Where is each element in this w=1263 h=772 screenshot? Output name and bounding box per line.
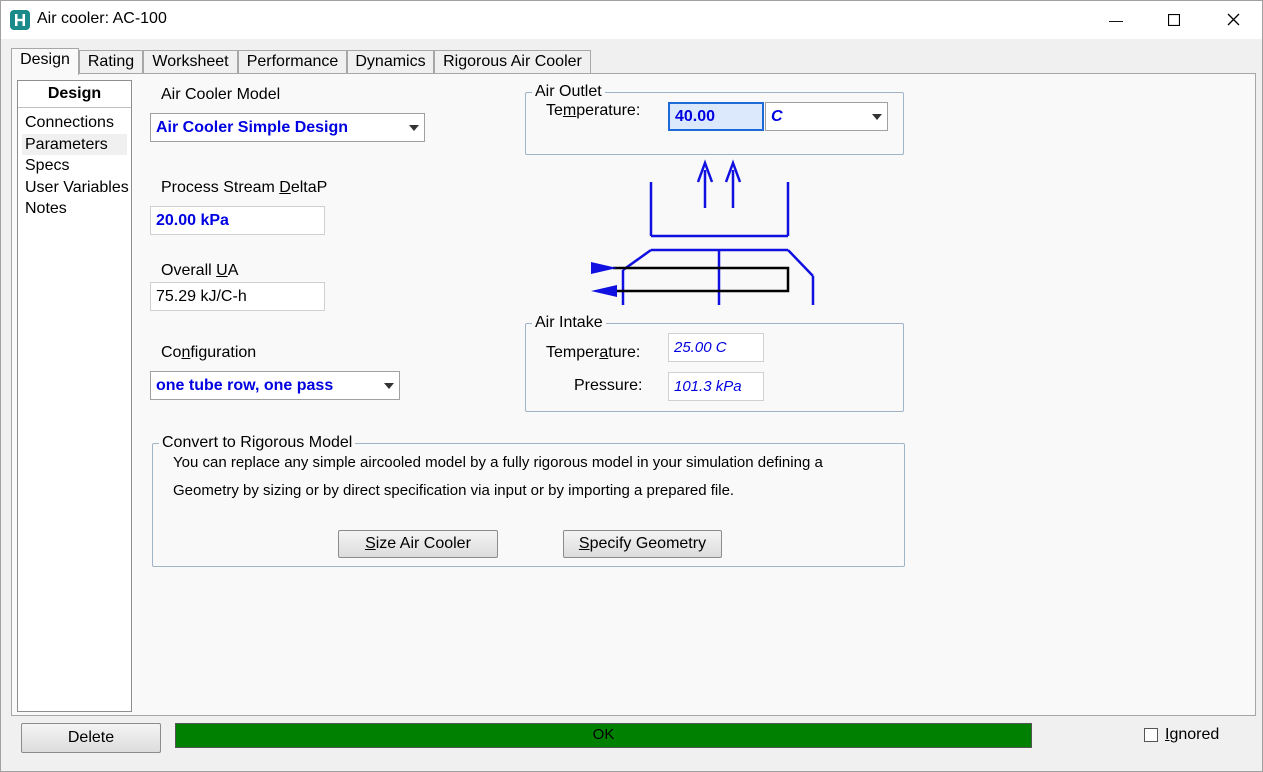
tab-design[interactable]: Design (11, 48, 79, 75)
maximize-icon (1167, 10, 1181, 31)
nav-item-parameters[interactable]: Parameters (22, 133, 127, 155)
tube-path (603, 266, 790, 293)
chevron-down-icon (409, 125, 419, 131)
inlet-arrow-icon (591, 262, 617, 274)
deltap-input[interactable]: 20.00 kPa (150, 206, 325, 235)
delete-button[interactable]: Delete (21, 723, 161, 753)
air-intake-pressure-label: Pressure: (574, 377, 643, 394)
configuration-value: one tube row, one pass (156, 377, 334, 394)
maximize-button[interactable] (1145, 1, 1203, 39)
title-bar: Air cooler: AC-100 — (1, 1, 1262, 39)
ignored-label[interactable]: Ignored (1165, 726, 1219, 744)
tab-rating[interactable]: Rating (79, 50, 143, 74)
air-intake-temperature-value[interactable]: 25.00 C (668, 333, 764, 362)
nav-item-notes[interactable]: Notes (22, 198, 127, 220)
air-outlet-temperature-label: Temperature: (546, 102, 641, 119)
minimize-button[interactable]: — (1087, 1, 1145, 39)
convert-description-line1: You can replace any simple aircooled mod… (173, 454, 823, 471)
tab-dynamics[interactable]: Dynamics (347, 50, 434, 74)
chevron-down-icon (384, 383, 394, 389)
configuration-label: Configuration (161, 344, 257, 361)
deltap-label: Process Stream DeltaP (161, 179, 328, 196)
specify-geometry-button[interactable]: Specify Geometry (563, 530, 722, 558)
air-outlet-temperature-input[interactable]: 40.00 (668, 102, 764, 131)
status-bar: OK (175, 723, 1032, 748)
air-cooler-window: Air cooler: AC-100 — Design Rating Works… (0, 0, 1263, 772)
overall-ua-input[interactable]: 75.29 kJ/C-h (150, 282, 325, 311)
close-icon (1227, 10, 1240, 31)
overall-ua-label: Overall UA (161, 262, 239, 279)
convert-rigorous-legend: Convert to Rigorous Model (162, 434, 353, 451)
chevron-down-icon (872, 114, 882, 120)
size-air-cooler-button[interactable]: Size Air Cooler (338, 530, 498, 558)
outlet-arrow-icon (591, 285, 617, 297)
air-cooler-model-label: Air Cooler Model (161, 86, 281, 103)
ignored-checkbox[interactable] (1144, 728, 1158, 742)
air-intake-pressure-value[interactable]: 101.3 kPa (668, 372, 764, 401)
air-intake-legend: Air Intake (535, 314, 603, 331)
nav-item-connections[interactable]: Connections (22, 112, 127, 134)
air-cooler-diagram-lines (621, 159, 815, 305)
nav-item-user-variables[interactable]: User Variables (22, 177, 129, 199)
air-cooler-diagram (591, 159, 815, 305)
nav-header: Design (18, 81, 131, 108)
design-nav-list: Design Connections Parameters Specs User… (17, 80, 132, 712)
air-intake-temperature-label: Temperature: (546, 344, 641, 361)
app-logo-icon (10, 10, 30, 30)
air-outlet-temperature-unit: C (771, 108, 783, 125)
air-cooler-model-dropdown[interactable]: Air Cooler Simple Design (150, 113, 425, 142)
air-cooler-model-value: Air Cooler Simple Design (156, 119, 349, 136)
convert-description-line2: Geometry by sizing or by direct specific… (173, 482, 735, 499)
tab-worksheet[interactable]: Worksheet (143, 50, 238, 74)
minimize-icon: — (1109, 12, 1123, 28)
air-outlet-legend: Air Outlet (535, 83, 602, 100)
close-button[interactable] (1204, 1, 1262, 39)
nav-item-specs[interactable]: Specs (22, 155, 127, 177)
configuration-dropdown[interactable]: one tube row, one pass (150, 371, 400, 400)
tab-performance[interactable]: Performance (238, 50, 347, 74)
tab-rigorous-air-cooler[interactable]: Rigorous Air Cooler (434, 50, 591, 74)
design-tab-content: Design Connections Parameters Specs User… (11, 73, 1256, 716)
window-title: Air cooler: AC-100 (37, 10, 167, 27)
air-outlet-temperature-unit-dropdown[interactable]: C (765, 102, 888, 131)
